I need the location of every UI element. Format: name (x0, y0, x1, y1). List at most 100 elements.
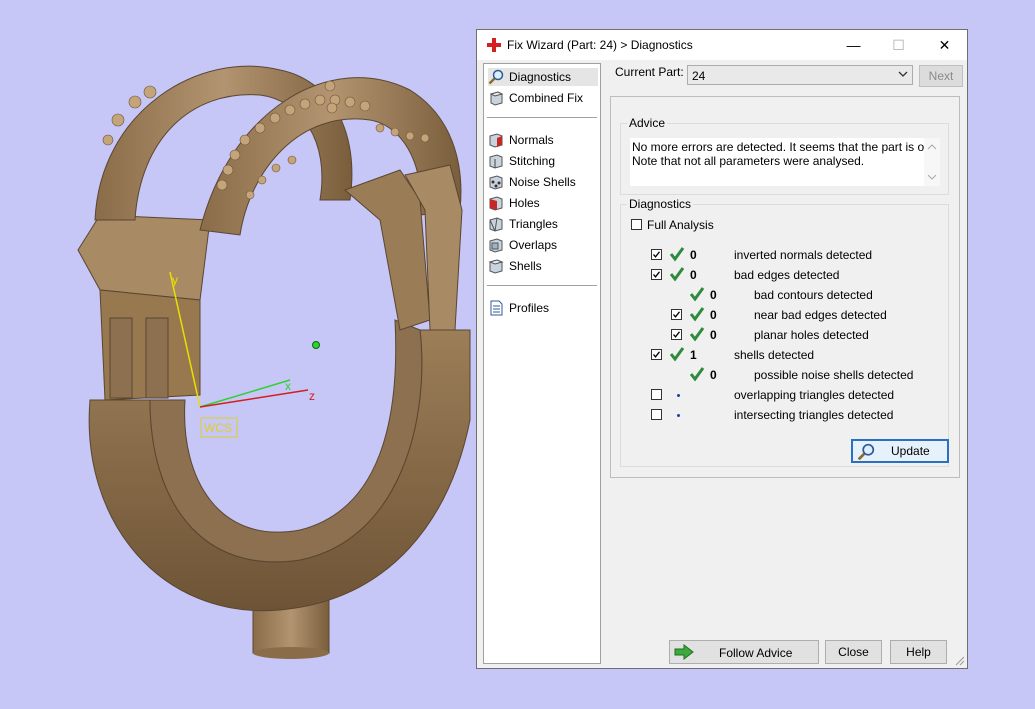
advice-scrollbar[interactable] (924, 138, 940, 186)
nav-item-combined-fix[interactable]: Combined Fix (488, 89, 598, 107)
follow-advice-button[interactable]: Follow Advice (669, 640, 819, 664)
nav-separator (487, 285, 597, 286)
nav-item-triangles[interactable]: Triangles (488, 215, 598, 233)
normals-cube-icon (489, 133, 503, 148)
green-check-icon (669, 267, 685, 282)
nav-item-normals[interactable]: Normals (488, 131, 598, 149)
shells-cube-icon (488, 259, 504, 274)
nav-item-noise-shells[interactable]: Noise Shells (488, 173, 598, 191)
green-check-icon (669, 347, 685, 362)
noise-shells-icon (489, 175, 503, 190)
z-axis-line (199, 389, 309, 408)
noise-shells-count: 0 (710, 368, 717, 382)
ring-model: y x z WCS (77, 65, 471, 659)
nav-item-label: Stitching (509, 154, 556, 168)
overlaps-cube-icon (489, 238, 503, 253)
shells-label: shells detected (734, 348, 815, 362)
nav-item-label: Combined Fix (509, 91, 584, 105)
nav-item-label: Holes (509, 196, 540, 210)
follow-advice-label: Follow Advice (719, 646, 793, 660)
planar-holes-checkbox[interactable] (671, 329, 682, 340)
overlapping-triangles-label: overlapping triangles detected (734, 388, 895, 402)
diagnostics-title: Diagnostics (627, 197, 694, 211)
x-axis-label: x (285, 379, 291, 393)
intersecting-triangles-label: intersecting triangles detected (734, 408, 894, 422)
near-bad-edges-count: 0 (710, 308, 717, 322)
update-button[interactable]: Update (851, 439, 949, 463)
stitching-cube-icon (489, 154, 503, 169)
next-button[interactable]: Next (919, 65, 963, 87)
green-check-icon (689, 367, 705, 382)
overlapping-triangles-checkbox[interactable] (651, 389, 662, 400)
magnifier-icon (857, 443, 875, 461)
green-check-icon (689, 327, 705, 342)
nav-item-profiles[interactable]: Profiles (488, 299, 598, 317)
advice-title: Advice (627, 116, 668, 130)
inverted-normals-count: 0 (690, 248, 697, 262)
wizard-nav: Diagnostics Combined Fix Normals Stitchi… (483, 63, 601, 664)
nav-item-stitching[interactable]: Stitching (488, 152, 598, 170)
wcs-label: WCS (204, 421, 232, 435)
advice-textbox[interactable]: No more errors are detected. It seems th… (630, 138, 940, 186)
y-axis-label: y (172, 273, 178, 287)
update-label: Update (891, 444, 930, 458)
3d-viewport[interactable]: y x z WCS (0, 0, 475, 706)
nav-item-label: Overlaps (509, 238, 558, 252)
minimize-button[interactable]: — (831, 30, 876, 60)
advice-line-2: Note that not all parameters were analys… (632, 154, 865, 168)
planar-holes-count: 0 (710, 328, 717, 342)
green-check-icon (689, 307, 705, 322)
diagnostics-panel: Advice No more errors are detected. It s… (610, 96, 960, 478)
pivot-marker[interactable] (312, 341, 320, 349)
fix-wizard-dialog: Fix Wizard (Part: 24) > Diagnostics — ☐ … (476, 29, 968, 669)
maximize-button[interactable]: ☐ (876, 30, 921, 60)
nav-separator (487, 117, 597, 118)
noise-shells-label: possible noise shells detected (754, 368, 914, 382)
green-arrow-icon (674, 644, 694, 660)
window-title: Fix Wizard (Part: 24) > Diagnostics (507, 38, 693, 52)
current-part-value: 24 (692, 69, 706, 83)
close-window-button[interactable]: ✕ (922, 30, 967, 60)
nav-item-shells[interactable]: Shells (488, 257, 598, 275)
nav-item-diagnostics[interactable]: Diagnostics (488, 68, 598, 86)
inverted-normals-checkbox[interactable] (651, 249, 662, 260)
title-bar[interactable]: Fix Wizard (Part: 24) > Diagnostics — ☐ … (477, 30, 967, 60)
nav-item-label: Noise Shells (509, 175, 576, 189)
bad-edges-checkbox[interactable] (651, 269, 662, 280)
planar-holes-label: planar holes detected (754, 328, 869, 342)
close-button[interactable]: Close (825, 640, 882, 664)
chevron-down-icon (898, 71, 908, 77)
scroll-arrows-icon (927, 144, 937, 180)
resize-grip-icon[interactable] (955, 656, 965, 666)
advice-group: Advice No more errors are detected. It s… (620, 116, 949, 195)
pending-dot-icon (677, 394, 680, 397)
pending-dot-icon (677, 414, 680, 417)
inverted-normals-label: inverted normals detected (734, 248, 873, 262)
diagnostics-group: Diagnostics Full Analysis 0 inverted nor… (620, 197, 949, 467)
nav-item-holes[interactable]: Holes (488, 194, 598, 212)
intersecting-triangles-checkbox[interactable] (651, 409, 662, 420)
help-button[interactable]: Help (890, 640, 947, 664)
near-bad-edges-label: near bad edges detected (754, 308, 887, 322)
bad-edges-count: 0 (690, 268, 697, 282)
bad-contours-label: bad contours detected (754, 288, 873, 302)
bad-edges-label: bad edges detected (734, 268, 840, 282)
triangles-cube-icon (489, 217, 503, 232)
bad-contours-count: 0 (710, 288, 717, 302)
nav-item-label: Shells (509, 259, 542, 273)
shells-checkbox[interactable] (651, 349, 662, 360)
shells-count: 1 (690, 348, 697, 362)
current-part-select[interactable]: 24 (687, 65, 913, 85)
near-bad-edges-checkbox[interactable] (671, 309, 682, 320)
z-axis-label: z (309, 389, 315, 403)
full-analysis-checkbox[interactable] (631, 219, 642, 230)
magnifier-icon (488, 69, 504, 85)
nav-item-label: Diagnostics (509, 70, 572, 84)
document-icon (490, 300, 503, 316)
green-check-icon (689, 287, 705, 302)
green-check-icon (669, 247, 685, 262)
nav-item-label: Profiles (509, 301, 550, 315)
current-part-label: Current Part: (615, 65, 684, 79)
cube-icon (489, 91, 504, 106)
nav-item-overlaps[interactable]: Overlaps (488, 236, 598, 254)
